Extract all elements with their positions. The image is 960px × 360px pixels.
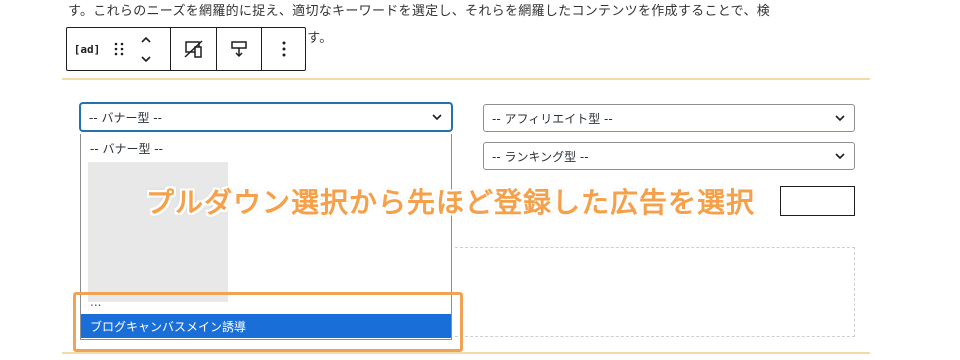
toolbar-device-group [171,28,218,70]
toolbar-block-group: [ad] [67,28,172,70]
ad-option-input[interactable] [780,186,855,216]
devices-icon[interactable] [171,28,216,70]
block-divider-top [62,78,870,80]
toolbar-options-group [262,28,305,70]
ranking-select-value: -- ランキング型 -- [492,149,589,164]
chevron-down-icon[interactable] [140,49,152,68]
move-block-controls [131,28,161,70]
block-divider-bottom [62,352,870,354]
block-toolbar: [ad] [66,27,306,71]
more-options-icon[interactable] [262,28,305,70]
ad-preview-area [455,247,855,337]
align-icon[interactable] [217,28,261,70]
paragraph-text-line-1: す。これらのニーズを網羅的に捉え、適切なキーワードを選定し、それらを網羅したコン… [68,4,771,19]
ranking-ad-select[interactable]: -- ランキング型 -- [483,142,855,170]
dropdown-option[interactable]: -- バナー型 -- [81,136,451,160]
toolbar-align-group [217,28,263,70]
chevron-up-icon[interactable] [140,30,152,49]
dropdown-option-selected[interactable]: ブログキャンバスメイン誘導 [81,314,451,338]
chevron-down-icon [432,114,442,121]
annotation-caption: プルダウン選択から先ほど登録した広告を選択 [146,186,756,219]
editor-canvas: す。これらのニーズを網羅的に捉え、適切なキーワードを選定し、それらを網羅したコン… [0,0,960,360]
chevron-down-icon [835,153,845,160]
drag-handle-icon[interactable] [107,28,131,70]
block-type-button[interactable]: [ad] [67,28,107,70]
banner-ad-select[interactable]: -- バナー型 -- [80,103,452,131]
dropdown-option[interactable]: ... [81,290,451,314]
affiliate-ad-select[interactable]: -- アフィリエイト型 -- [483,104,855,132]
banner-select-value: -- バナー型 -- [89,110,162,125]
chevron-down-icon [835,115,845,122]
banner-dropdown-list: -- バナー型 -- ... ブログキャンバスメイン誘導 [80,134,452,340]
affiliate-select-value: -- アフィリエイト型 -- [492,111,613,126]
